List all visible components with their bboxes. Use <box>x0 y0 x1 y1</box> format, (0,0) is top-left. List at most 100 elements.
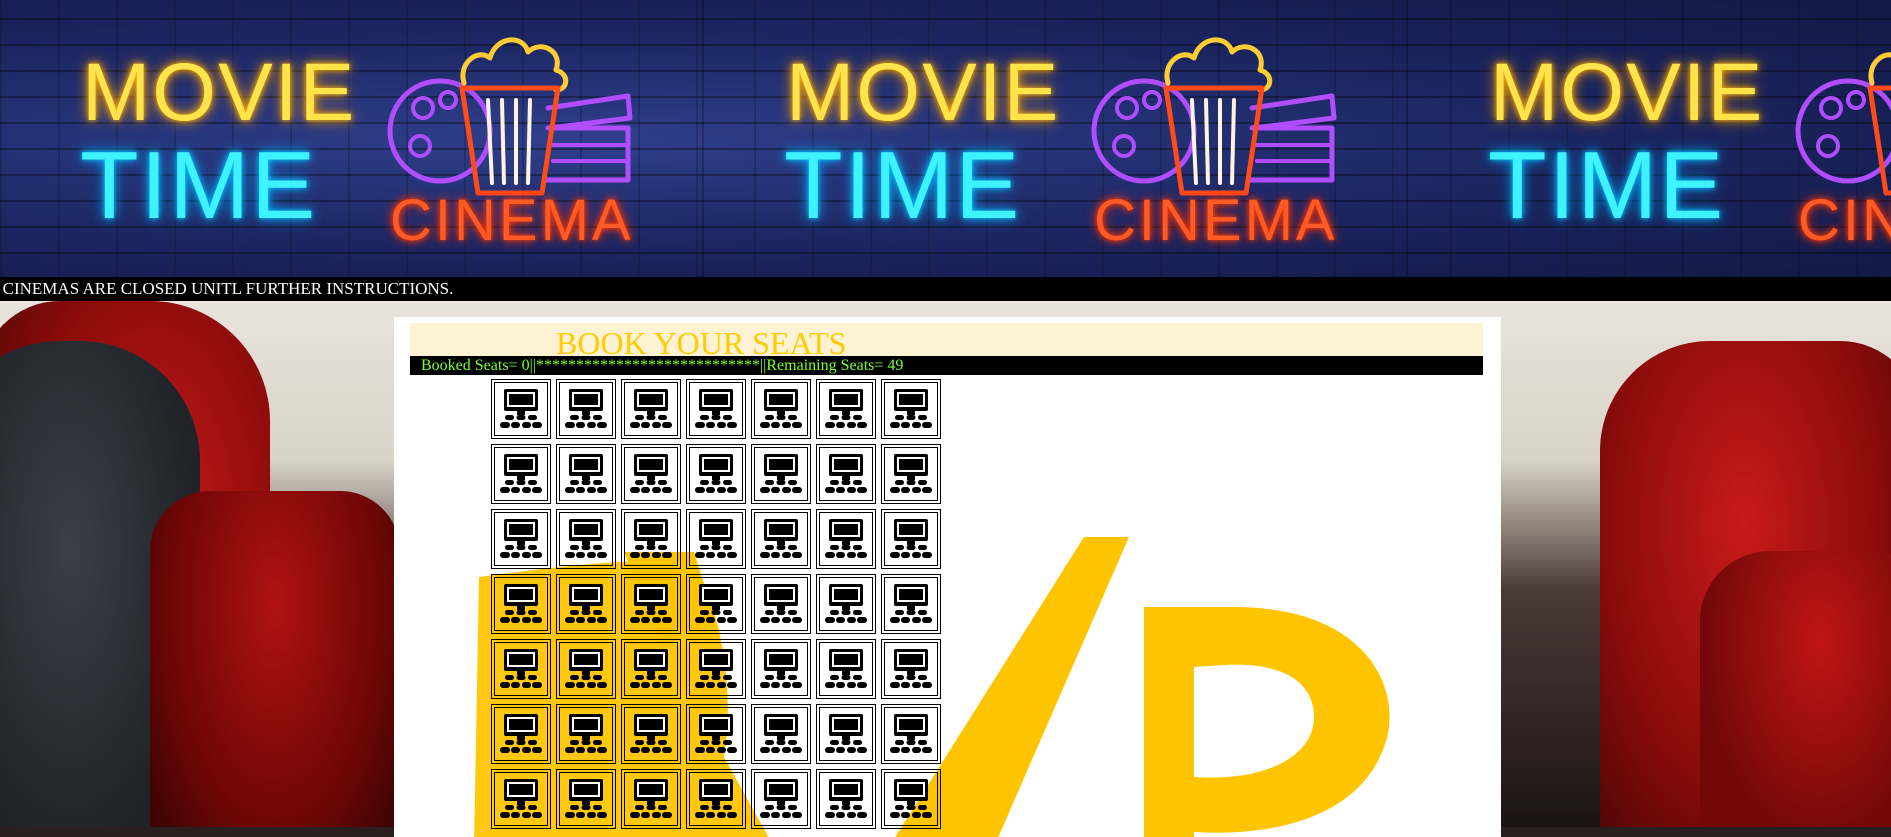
seat-button[interactable] <box>556 574 616 634</box>
seat-button[interactable] <box>751 769 811 829</box>
seat-button[interactable] <box>491 444 551 504</box>
seat-button[interactable] <box>621 639 681 699</box>
cinema-seat-icon <box>760 714 802 753</box>
cinema-seat-icon <box>760 649 802 688</box>
cinema-seat-icon <box>695 389 737 428</box>
seat-button[interactable] <box>621 509 681 569</box>
neon-cinema-text: CINEMA <box>1798 188 1891 253</box>
seat-frame <box>559 772 613 826</box>
seat-frame <box>754 642 808 696</box>
cinema-seat-icon <box>500 454 542 493</box>
cinema-seat-icon <box>760 584 802 623</box>
seat-button[interactable] <box>491 769 551 829</box>
seat-button[interactable] <box>686 444 746 504</box>
seat-button[interactable] <box>816 639 876 699</box>
seat-button[interactable] <box>556 379 616 439</box>
seat-button[interactable] <box>881 379 941 439</box>
seat-button[interactable] <box>816 509 876 569</box>
seat-button[interactable] <box>751 704 811 764</box>
cinema-seat-icon <box>630 519 672 558</box>
seat-frame <box>819 512 873 566</box>
seat-button[interactable] <box>751 509 811 569</box>
seat-button[interactable] <box>491 379 551 439</box>
cinema-seat-icon <box>890 389 932 428</box>
seat-button[interactable] <box>881 769 941 829</box>
seat-button[interactable] <box>816 444 876 504</box>
seat-button[interactable] <box>621 444 681 504</box>
popcorn-film-icon <box>387 37 633 196</box>
seat-button[interactable] <box>816 769 876 829</box>
seat-button[interactable] <box>556 704 616 764</box>
seat-button[interactable] <box>621 379 681 439</box>
seat-frame <box>494 772 548 826</box>
seat-frame <box>819 577 873 631</box>
seat-button[interactable] <box>686 769 746 829</box>
seat-frame <box>689 772 743 826</box>
seat-button[interactable] <box>816 574 876 634</box>
seat-button[interactable] <box>491 704 551 764</box>
cinema-seat-icon <box>630 714 672 753</box>
seat-frame <box>689 447 743 501</box>
seat-button[interactable] <box>751 574 811 634</box>
seat-button[interactable] <box>686 509 746 569</box>
popcorn-film-icon <box>1091 37 1337 196</box>
seat-button[interactable] <box>491 574 551 634</box>
seat-button[interactable] <box>686 704 746 764</box>
seat-button[interactable] <box>881 704 941 764</box>
title-bar: BOOK YOUR SEATS <box>410 323 1483 359</box>
seat-button[interactable] <box>816 704 876 764</box>
seat-button[interactable] <box>881 639 941 699</box>
red-seat-right-front <box>1700 551 1891 827</box>
seat-button[interactable] <box>881 509 941 569</box>
seat-button[interactable] <box>621 704 681 764</box>
seat-button[interactable] <box>556 509 616 569</box>
cinema-seat-icon <box>695 779 737 818</box>
cinema-seat-icon <box>695 519 737 558</box>
cinema-seat-icon <box>825 454 867 493</box>
seat-button[interactable] <box>491 509 551 569</box>
seat-button[interactable] <box>881 574 941 634</box>
cinema-seat-icon <box>565 584 607 623</box>
seat-button[interactable] <box>686 574 746 634</box>
seat-frame <box>819 382 873 436</box>
cinema-seat-icon <box>630 389 672 428</box>
cinema-seat-icon <box>760 454 802 493</box>
cinema-seat-icon <box>565 714 607 753</box>
seat-button[interactable] <box>686 639 746 699</box>
neon-time-text: TIME <box>80 132 318 239</box>
cinema-seat-icon <box>500 584 542 623</box>
seat-frame <box>884 707 938 761</box>
neon-cinema-text: CINEMA <box>390 188 634 253</box>
booking-status-text: Booked Seats= 0||***********************… <box>421 357 904 374</box>
seat-button[interactable] <box>491 639 551 699</box>
seat-button[interactable] <box>621 574 681 634</box>
seat-frame <box>559 577 613 631</box>
booking-panel: BOOK YOUR SEATS Booked Seats= 0||*******… <box>394 317 1501 837</box>
seat-button[interactable] <box>751 444 811 504</box>
seat-button[interactable] <box>556 444 616 504</box>
seat-button[interactable] <box>881 444 941 504</box>
cinema-seat-icon <box>695 454 737 493</box>
cinema-seat-icon <box>890 584 932 623</box>
seat-frame <box>494 707 548 761</box>
cinema-seat-icon <box>565 519 607 558</box>
cinema-seat-icon <box>890 649 932 688</box>
seat-button[interactable] <box>556 769 616 829</box>
cinema-seat-icon <box>695 584 737 623</box>
seat-frame <box>754 707 808 761</box>
cinema-seat-icon <box>825 389 867 428</box>
seat-frame <box>884 382 938 436</box>
seat-button[interactable] <box>621 769 681 829</box>
seat-frame <box>559 707 613 761</box>
seat-button[interactable] <box>751 639 811 699</box>
seat-frame <box>689 642 743 696</box>
neon-movie-text: MOVIE <box>786 47 1061 138</box>
seat-button[interactable] <box>686 379 746 439</box>
seat-frame <box>884 642 938 696</box>
seat-button[interactable] <box>816 379 876 439</box>
seat-button[interactable] <box>751 379 811 439</box>
seat-frame <box>624 512 678 566</box>
seat-frame <box>819 772 873 826</box>
neon-cinema-text: CINEMA <box>1094 188 1338 253</box>
seat-button[interactable] <box>556 639 616 699</box>
